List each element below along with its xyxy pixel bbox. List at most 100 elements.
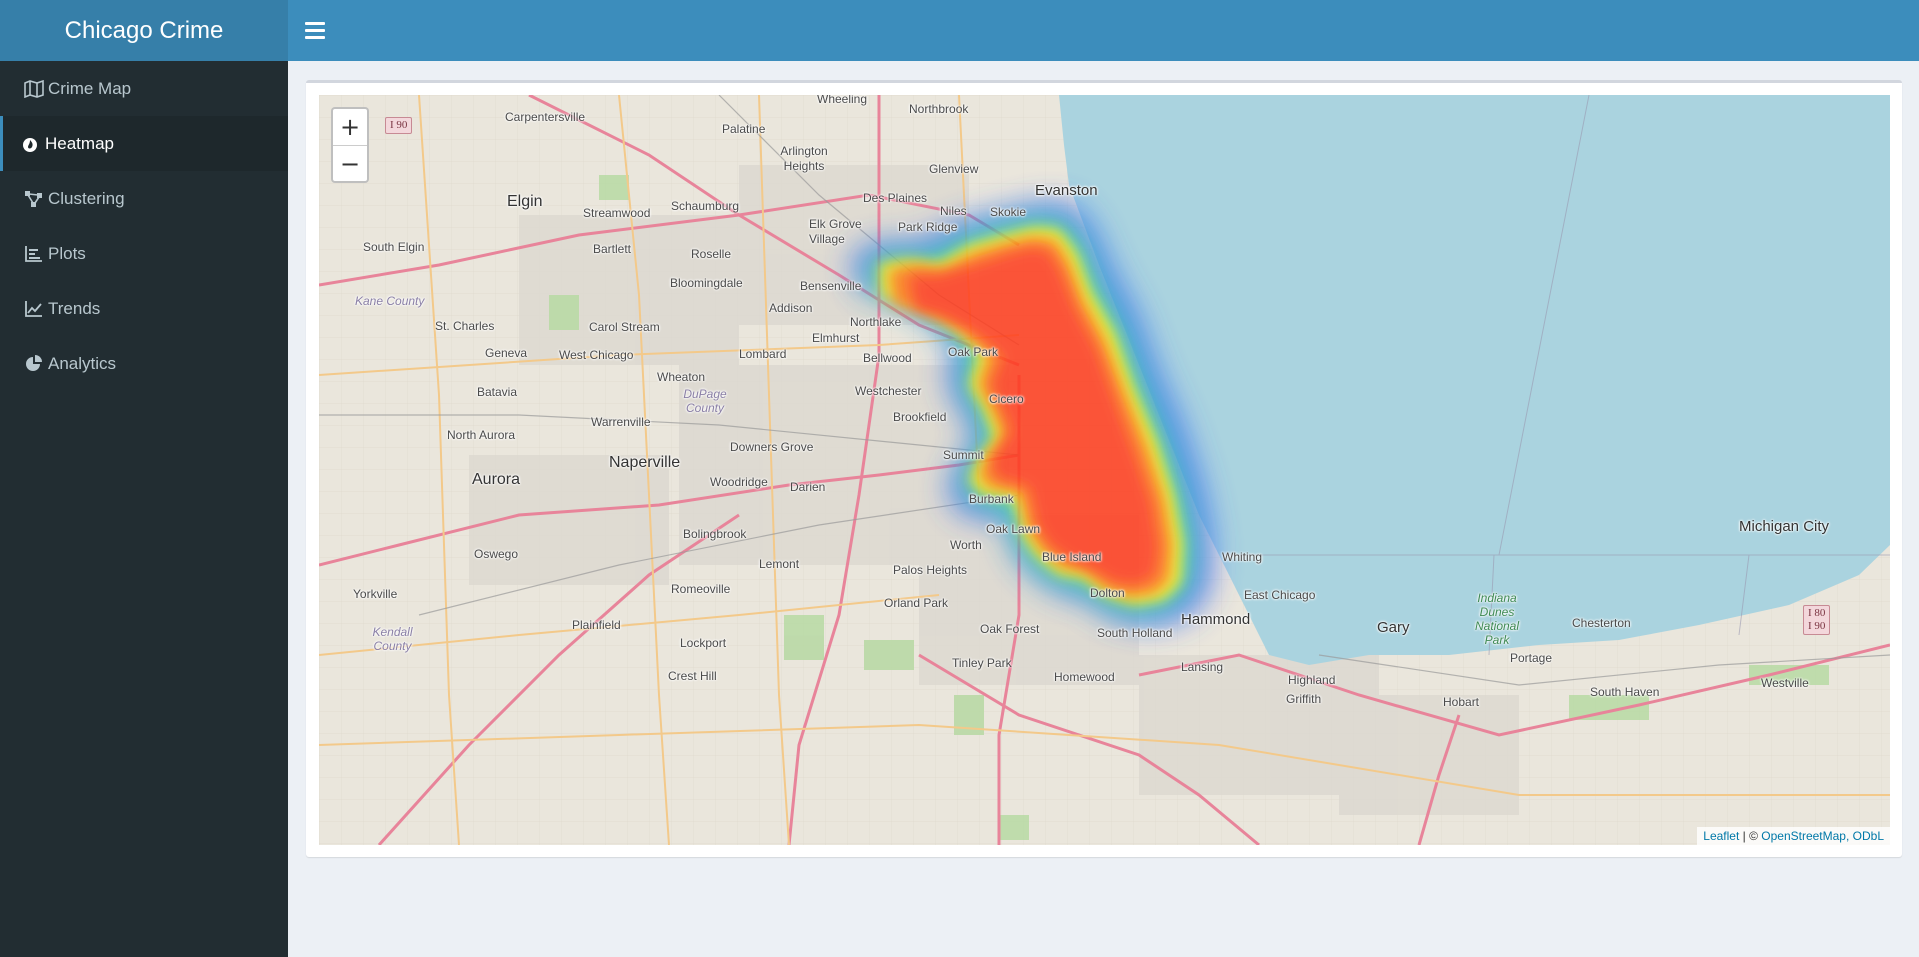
place-label: Arlington Heights bbox=[780, 144, 828, 173]
place-label: Summit bbox=[943, 448, 984, 462]
place-label: West Chicago bbox=[559, 348, 634, 362]
sidebar-item-clustering[interactable]: Clustering bbox=[0, 171, 288, 226]
place-label: Addison bbox=[769, 301, 813, 315]
place-label: Michigan City bbox=[1739, 518, 1830, 535]
top-navbar bbox=[288, 0, 1919, 61]
sidebar: Crime Map Heatmap Clustering Plots Trend… bbox=[0, 61, 288, 957]
place-label: Kane County bbox=[355, 294, 425, 308]
bar-chart-icon bbox=[24, 244, 46, 264]
sidebar-item-plots[interactable]: Plots bbox=[0, 226, 288, 281]
place-label: Whiting bbox=[1222, 550, 1263, 564]
sidebar-item-label: Trends bbox=[48, 298, 101, 318]
place-label: Griffith bbox=[1286, 692, 1322, 706]
place-label: Bolingbrook bbox=[683, 527, 747, 541]
zoom-out-button[interactable]: − bbox=[333, 145, 367, 181]
osm-link[interactable]: OpenStreetMap, ODbL bbox=[1761, 829, 1884, 843]
place-label: South Haven bbox=[1590, 685, 1660, 699]
place-label: Streamwood bbox=[583, 206, 651, 220]
place-label: St. Charles bbox=[435, 319, 495, 333]
zoom-in-button[interactable]: + bbox=[333, 109, 367, 145]
place-label: Oak Park bbox=[948, 345, 999, 359]
sidebar-item-heatmap[interactable]: Heatmap bbox=[0, 116, 288, 171]
place-label: Evanston bbox=[1035, 182, 1098, 199]
sidebar-item-label: Heatmap bbox=[45, 133, 114, 153]
place-label: Dolton bbox=[1090, 586, 1125, 600]
place-label: Indiana Dunes National Park bbox=[1474, 591, 1520, 647]
map-attribution: Leaflet | © OpenStreetMap, ODbL bbox=[1697, 827, 1890, 845]
place-label: Northlake bbox=[850, 315, 902, 329]
place-label: Batavia bbox=[477, 385, 518, 399]
heatmap-map[interactable]: Wheeling Northbrook Carpentersville Pala… bbox=[319, 95, 1890, 845]
sidebar-item-label: Analytics bbox=[48, 353, 117, 373]
place-label: Roselle bbox=[691, 247, 732, 261]
place-label: Schaumburg bbox=[671, 199, 740, 213]
leaflet-link[interactable]: Leaflet bbox=[1703, 829, 1739, 843]
place-label: Westchester bbox=[855, 384, 922, 398]
line-chart-icon bbox=[24, 299, 46, 319]
place-label: Hobart bbox=[1443, 695, 1480, 709]
place-label: Oak Lawn bbox=[986, 522, 1041, 536]
place-label: Downers Grove bbox=[730, 440, 814, 454]
sidebar-toggle-icon[interactable] bbox=[305, 18, 325, 42]
sidebar-item-label: Crime Map bbox=[48, 78, 132, 98]
place-label: Oak Forest bbox=[980, 622, 1040, 636]
place-label: Worth bbox=[950, 538, 982, 552]
place-label: Aurora bbox=[472, 471, 521, 488]
map-tiles bbox=[319, 95, 1890, 845]
place-label: Wheeling bbox=[817, 95, 868, 106]
place-label: Bensenville bbox=[800, 279, 862, 293]
place-label: Northbrook bbox=[909, 102, 969, 116]
place-label: Elgin bbox=[507, 193, 543, 210]
place-label: Homewood bbox=[1054, 670, 1115, 684]
place-label: Niles bbox=[940, 204, 967, 218]
place-label: Chesterton bbox=[1572, 616, 1631, 630]
place-label: Lombard bbox=[739, 347, 787, 361]
place-label: North Aurora bbox=[447, 428, 516, 442]
place-label: Lemont bbox=[759, 557, 800, 571]
interstate-shield: I 80 I 90 bbox=[1803, 605, 1831, 635]
place-label: South Elgin bbox=[363, 240, 425, 254]
place-label: Woodridge bbox=[710, 475, 768, 489]
sidebar-item-crime-map[interactable]: Crime Map bbox=[0, 61, 288, 116]
place-label: Brookfield bbox=[893, 410, 947, 424]
place-label: Westville bbox=[1761, 676, 1809, 690]
sidebar-item-analytics[interactable]: Analytics bbox=[0, 336, 288, 391]
app-title[interactable]: Chicago Crime bbox=[0, 0, 288, 61]
place-label: Portage bbox=[1510, 651, 1553, 665]
place-label: Cicero bbox=[989, 392, 1024, 406]
place-label: East Chicago bbox=[1244, 588, 1316, 602]
place-label: Palatine bbox=[722, 122, 766, 136]
heatmap-box: Wheeling Northbrook Carpentersville Pala… bbox=[306, 80, 1902, 857]
place-label: Yorkville bbox=[353, 587, 398, 601]
pie-chart-icon bbox=[24, 354, 46, 374]
place-label: Des Plaines bbox=[863, 191, 928, 205]
place-label: Geneva bbox=[485, 346, 528, 360]
place-label: Bartlett bbox=[593, 242, 632, 256]
place-label: Highland bbox=[1288, 673, 1336, 687]
sidebar-item-trends[interactable]: Trends bbox=[0, 281, 288, 336]
place-label: Naperville bbox=[609, 454, 681, 471]
place-label: Lockport bbox=[680, 636, 727, 650]
place-label: Glenview bbox=[929, 162, 979, 176]
interstate-shield: I 90 bbox=[385, 117, 413, 134]
place-label: Warrenville bbox=[591, 415, 651, 429]
place-label: Lansing bbox=[1181, 660, 1224, 674]
attribution-separator: | © bbox=[1739, 829, 1762, 843]
place-label: Oswego bbox=[474, 547, 519, 561]
place-label: Kendall County bbox=[372, 625, 413, 653]
place-label: Crest Hill bbox=[668, 669, 717, 683]
sidebar-item-label: Plots bbox=[48, 243, 86, 263]
place-label: South Holland bbox=[1097, 626, 1173, 640]
place-label: Carol Stream bbox=[589, 320, 660, 334]
fire-icon bbox=[21, 134, 43, 154]
place-label: Carpentersville bbox=[505, 110, 586, 124]
place-label: Elk Grove Village bbox=[809, 217, 862, 246]
place-label: Palos Heights bbox=[893, 563, 968, 577]
place-label: Park Ridge bbox=[898, 220, 958, 234]
place-label: Blue Island bbox=[1042, 550, 1102, 564]
place-label: DuPage County bbox=[683, 387, 727, 415]
place-label: Gary bbox=[1377, 619, 1410, 636]
place-label: Bloomingdale bbox=[670, 276, 743, 290]
place-label: Romeoville bbox=[671, 582, 731, 596]
place-label: Bellwood bbox=[863, 351, 912, 365]
